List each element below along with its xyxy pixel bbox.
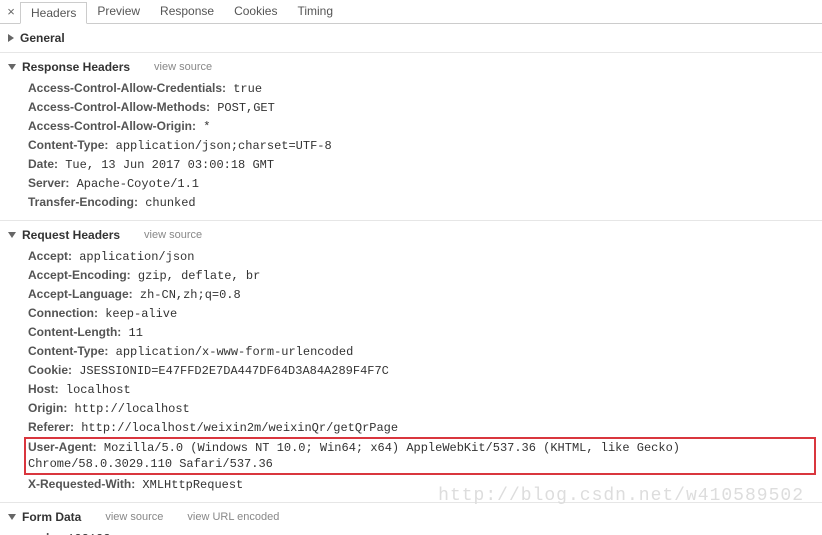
header-value: application/json;charset=UTF-8 <box>108 139 331 153</box>
tab-response[interactable]: Response <box>150 1 224 23</box>
chevron-right-icon <box>8 34 14 42</box>
header-key: Cookie: <box>28 363 72 377</box>
header-row: Access-Control-Allow-Origin: * <box>28 117 822 136</box>
header-key: Referer: <box>28 420 74 434</box>
header-value: XMLHttpRequest <box>135 478 243 492</box>
header-row: Connection: keep-alive <box>28 304 822 323</box>
general-toggle[interactable]: General <box>8 28 822 48</box>
form-data-section: Form Data view source view URL encoded c… <box>0 503 822 535</box>
request-headers-toggle[interactable]: Request Headers view source <box>8 225 822 245</box>
header-key: Accept-Language: <box>28 287 133 301</box>
chevron-down-icon <box>8 232 16 238</box>
header-value: Tue, 13 Jun 2017 03:00:18 GMT <box>58 158 274 172</box>
header-value: application/x-www-form-urlencoded <box>108 345 353 359</box>
view-source-link[interactable]: view source <box>154 61 212 73</box>
tab-timing[interactable]: Timing <box>287 1 343 23</box>
view-source-link[interactable]: view source <box>105 511 163 523</box>
header-row: Content-Length: 11 <box>28 323 822 342</box>
view-url-encoded-link[interactable]: view URL encoded <box>187 511 279 523</box>
header-value: http://localhost/weixin2m/weixinQr/getQr… <box>74 421 398 435</box>
header-value: localhost <box>59 383 131 397</box>
header-row: Date: Tue, 13 Jun 2017 03:00:18 GMT <box>28 155 822 174</box>
header-value: * <box>196 120 210 134</box>
chevron-down-icon <box>8 64 16 70</box>
header-key: Access-Control-Allow-Methods: <box>28 100 210 114</box>
header-key: Accept-Encoding: <box>28 268 131 282</box>
header-row: Accept: application/json <box>28 247 822 266</box>
header-value: gzip, deflate, br <box>131 269 261 283</box>
header-value: Apache-Coyote/1.1 <box>69 177 199 191</box>
header-row: User-Agent: Mozilla/5.0 (Windows NT 10.0… <box>24 437 816 475</box>
header-row: Accept-Language: zh-CN,zh;q=0.8 <box>28 285 822 304</box>
header-row: Host: localhost <box>28 380 822 399</box>
general-section: General <box>0 24 822 52</box>
header-row: Referer: http://localhost/weixin2m/weixi… <box>28 418 822 437</box>
header-value: 11 <box>121 326 143 340</box>
header-value: zh-CN,zh;q=0.8 <box>133 288 241 302</box>
header-value: 123123 <box>60 532 110 535</box>
header-row: X-Requested-With: XMLHttpRequest <box>28 475 822 494</box>
close-icon[interactable]: × <box>2 4 20 19</box>
header-key: X-Requested-With: <box>28 477 135 491</box>
response-headers-toggle[interactable]: Response Headers view source <box>8 57 822 77</box>
header-key: Transfer-Encoding: <box>28 195 138 209</box>
header-key: Host: <box>28 382 59 396</box>
header-value: true <box>226 82 262 96</box>
header-row: Cookie: JSESSIONID=E47FFD2E7DA447DF64D3A… <box>28 361 822 380</box>
header-value: keep-alive <box>98 307 177 321</box>
response-headers-section: Response Headers view source Access-Cont… <box>0 53 822 220</box>
header-value: POST,GET <box>210 101 275 115</box>
header-key: User-Agent: <box>28 440 97 454</box>
view-source-link[interactable]: view source <box>144 229 202 241</box>
request-headers-title: Request Headers <box>22 228 120 242</box>
header-row: Access-Control-Allow-Methods: POST,GET <box>28 98 822 117</box>
header-key: Access-Control-Allow-Credentials: <box>28 81 226 95</box>
header-key: Server: <box>28 176 69 190</box>
request-headers-section: Request Headers view source Accept: appl… <box>0 221 822 502</box>
header-row: code: 123123 <box>28 529 822 535</box>
header-row: Transfer-Encoding: chunked <box>28 193 822 212</box>
header-row: Content-Type: application/json;charset=U… <box>28 136 822 155</box>
general-title: General <box>20 31 65 45</box>
header-value: chunked <box>138 196 196 210</box>
header-row: Content-Type: application/x-www-form-url… <box>28 342 822 361</box>
header-key: code: <box>28 531 60 535</box>
header-row: Origin: http://localhost <box>28 399 822 418</box>
tabs-bar: × HeadersPreviewResponseCookiesTiming <box>0 0 822 24</box>
header-row: Access-Control-Allow-Credentials: true <box>28 79 822 98</box>
header-value: JSESSIONID=E47FFD2E7DA447DF64D3A84A289F4… <box>72 364 389 378</box>
header-key: Content-Type: <box>28 344 108 358</box>
header-value: Mozilla/5.0 (Windows NT 10.0; Win64; x64… <box>28 441 680 471</box>
header-row: Server: Apache-Coyote/1.1 <box>28 174 822 193</box>
tab-headers[interactable]: Headers <box>20 2 87 24</box>
header-row: Accept-Encoding: gzip, deflate, br <box>28 266 822 285</box>
header-key: Origin: <box>28 401 67 415</box>
response-headers-title: Response Headers <box>22 60 130 74</box>
header-key: Access-Control-Allow-Origin: <box>28 119 196 133</box>
header-key: Date: <box>28 157 58 171</box>
header-key: Content-Length: <box>28 325 121 339</box>
chevron-down-icon <box>8 514 16 520</box>
header-value: application/json <box>72 250 194 264</box>
tab-preview[interactable]: Preview <box>87 1 150 23</box>
header-key: Accept: <box>28 249 72 263</box>
tab-cookies[interactable]: Cookies <box>224 1 287 23</box>
header-key: Connection: <box>28 306 98 320</box>
form-data-toggle[interactable]: Form Data view source view URL encoded <box>8 507 822 527</box>
header-value: http://localhost <box>67 402 189 416</box>
header-key: Content-Type: <box>28 138 108 152</box>
